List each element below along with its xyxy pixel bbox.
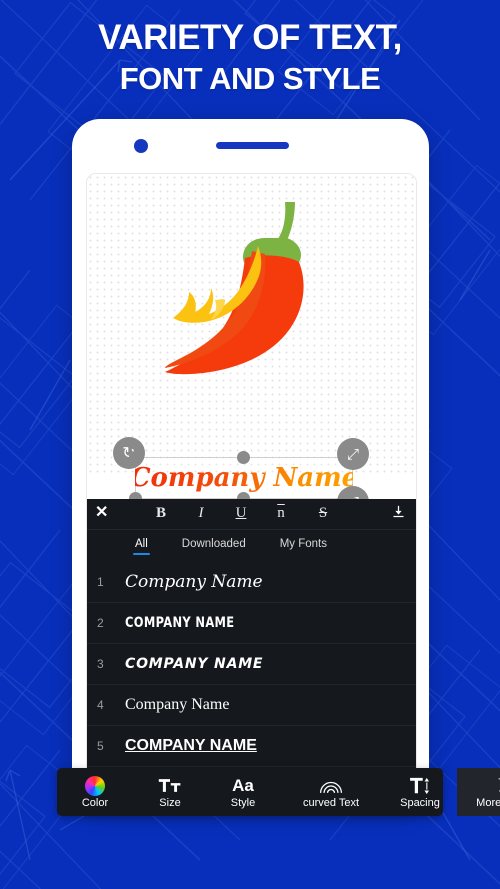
bold-icon[interactable]: B <box>147 502 175 524</box>
font-sample[interactable]: COMPANY NAME <box>125 737 257 755</box>
font-row-number: 2 <box>97 616 104 630</box>
phone-screen: Company Name ↻ ⤢ ⤢ ✕ B I U n <box>86 173 417 795</box>
list-item[interactable]: 1 Company Name <box>87 562 416 603</box>
handle-top-left[interactable] <box>129 451 142 464</box>
resize-handle-top-right-icon[interactable]: ⤢ <box>337 438 369 470</box>
font-row-number: 4 <box>97 698 104 712</box>
chili-pepper-flame-logo-icon[interactable] <box>157 196 347 386</box>
tool-more-fonts[interactable]: More Fonts <box>457 768 500 816</box>
list-item[interactable]: 5 COMPANY NAME <box>87 726 416 767</box>
text-format-toolbar: ✕ B I U n S <box>87 499 416 530</box>
underline-icon[interactable]: U <box>227 502 255 524</box>
font-sample[interactable]: COMPANY NAME <box>125 615 234 631</box>
headline-line-1: VARIETY OF TEXT, <box>98 18 402 57</box>
tool-label: Color <box>81 797 109 809</box>
tool-label: Style <box>230 797 256 809</box>
tool-style[interactable]: Aa Style <box>207 775 279 810</box>
text-tools-toolbar: Color Size Aa Style curved Text Spacing … <box>57 768 500 816</box>
tool-curved-text[interactable]: curved Text <box>279 775 383 809</box>
color-wheel-icon <box>85 775 105 796</box>
strikethrough-icon[interactable]: S <box>309 502 337 524</box>
list-item[interactable]: 2 COMPANY NAME <box>87 603 416 644</box>
font-picker-panel: ✕ B I U n S All Downloaded My Fonts 1 Co… <box>87 499 416 794</box>
tool-label: Spacing <box>400 797 440 809</box>
phone-top-bezel <box>72 119 429 173</box>
font-row-number: 5 <box>97 739 104 753</box>
font-source-tabs: All Downloaded My Fonts <box>87 530 416 563</box>
tool-spacing[interactable]: Spacing <box>383 775 457 809</box>
phone-mockup: Company Name ↻ ⤢ ⤢ ✕ B I U n <box>72 119 429 809</box>
handle-top-center[interactable] <box>237 451 250 464</box>
headline-line-2: FONT AND STYLE <box>119 60 381 96</box>
design-canvas[interactable]: Company Name ↻ ⤢ ⤢ <box>87 174 416 518</box>
close-icon[interactable]: ✕ <box>95 503 108 523</box>
italic-icon[interactable]: I <box>187 502 215 524</box>
more-fonts-icon <box>496 775 500 796</box>
download-icon[interactable] <box>391 504 406 524</box>
font-size-icon <box>158 775 182 796</box>
tool-size[interactable]: Size <box>133 775 207 809</box>
spacing-icon <box>409 775 431 796</box>
font-row-number: 1 <box>97 575 104 589</box>
font-sample[interactable]: COMPANY NAME <box>125 656 263 672</box>
list-item[interactable]: 4 Company Name <box>87 685 416 726</box>
tab-downloaded[interactable]: Downloaded <box>182 538 246 555</box>
tool-color[interactable]: Color <box>57 775 133 809</box>
tab-my-fonts[interactable]: My Fonts <box>280 538 327 555</box>
font-sample[interactable]: Company Name <box>125 572 263 592</box>
font-list[interactable]: 1 Company Name 2 COMPANY NAME 3 COMPANY … <box>87 562 416 794</box>
camera-dot-icon <box>134 139 148 153</box>
font-style-icon: Aa <box>232 775 254 795</box>
overline-icon[interactable]: n <box>267 502 295 524</box>
selected-text-object[interactable]: Company Name ↻ ⤢ ⤢ <box>113 437 369 518</box>
tab-all[interactable]: All <box>133 538 150 555</box>
tool-label: Size <box>159 797 181 809</box>
arc-text-icon <box>318 775 344 796</box>
list-item[interactable]: 3 COMPANY NAME <box>87 644 416 685</box>
tool-label: curved Text <box>302 797 360 809</box>
font-row-number: 3 <box>97 657 104 671</box>
promo-headline: VARIETY OF TEXT, FONT AND STYLE <box>0 18 500 96</box>
font-sample[interactable]: Company Name <box>125 696 229 714</box>
tool-label: More Fonts <box>476 797 500 809</box>
speaker-bar-icon <box>216 142 289 149</box>
app-screenshot: VARIETY OF TEXT, FONT AND STYLE Company … <box>0 0 500 889</box>
